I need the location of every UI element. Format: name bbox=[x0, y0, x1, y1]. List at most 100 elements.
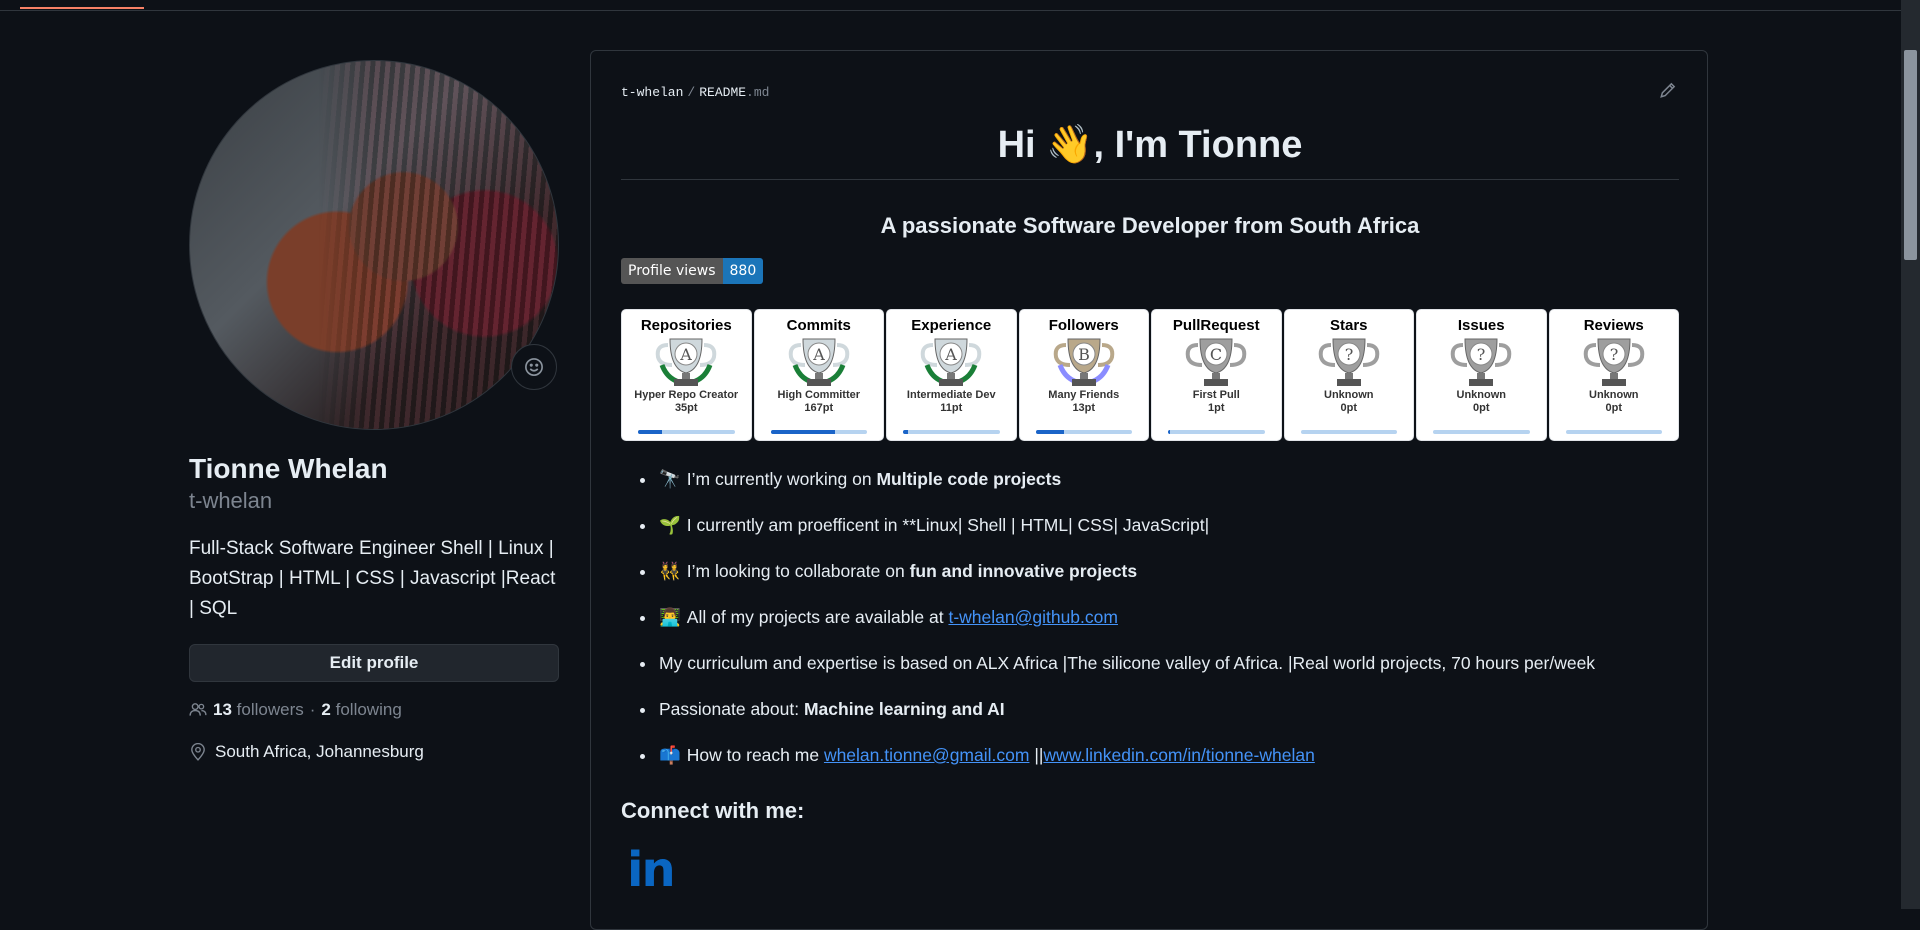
list-item: 🔭I’m currently working on Multiple code … bbox=[657, 456, 1715, 502]
trophy-progress-bar bbox=[638, 430, 735, 434]
technologist-icon: 👨‍💻 bbox=[659, 607, 681, 627]
readme-panel: t-whelan / README.md Hi 👋, I'm Tionne A pa… bbox=[590, 50, 1708, 930]
trophy-card: Followers B Many Friends 13pt bbox=[1018, 309, 1149, 441]
linkedin-icon[interactable]: in bbox=[627, 842, 676, 898]
trophy-progress-bar bbox=[1433, 430, 1530, 434]
avatar-wrapper bbox=[189, 60, 561, 430]
trophy-points: 0pt bbox=[1605, 402, 1623, 414]
edit-profile-button[interactable]: Edit profile bbox=[189, 644, 559, 682]
list-item-text: My curriculum and expertise is based on … bbox=[659, 653, 1596, 673]
trophy-progress-bar bbox=[1168, 430, 1265, 434]
email-link[interactable]: whelan.tionne@gmail.com bbox=[824, 745, 1030, 765]
trophy-rank: Unknown bbox=[1456, 389, 1507, 401]
smiley-icon bbox=[525, 358, 543, 376]
profile-views-badge: Profile views 880 bbox=[621, 258, 764, 284]
trophy-progress-bar bbox=[1300, 430, 1397, 434]
trophy-icon: A bbox=[887, 335, 1016, 389]
link-separator: || bbox=[1029, 745, 1044, 765]
linkedin-url-link[interactable]: www.linkedin.com/in/tionne-whelan bbox=[1043, 745, 1314, 765]
svg-text:?: ? bbox=[1344, 345, 1353, 364]
top-nav-border bbox=[0, 0, 1920, 11]
trophy-icon: A bbox=[622, 335, 751, 389]
trophy-icon: ? bbox=[1417, 335, 1546, 389]
trophy-rank: Intermediate Dev bbox=[906, 389, 996, 401]
trophy-title: Commits bbox=[786, 317, 851, 334]
trophy-card: Commits A High Committer 167pt bbox=[753, 309, 884, 441]
profile-sidebar: Tionne Whelan t-whelan Full-Stack Softwa… bbox=[189, 60, 561, 762]
list-item: 👨‍💻All of my projects are available at t… bbox=[657, 594, 1715, 640]
connect-heading: Connect with me: bbox=[621, 798, 805, 823]
trophy-points: 0pt bbox=[1473, 402, 1490, 414]
list-item-bold: Machine learning and AI bbox=[803, 699, 1005, 719]
list-item-text: I’m looking to collaborate on bbox=[686, 561, 910, 581]
list-item-text: How to reach me bbox=[686, 745, 824, 765]
trophy-progress-bar bbox=[1035, 430, 1132, 434]
svg-text:C: C bbox=[1210, 345, 1222, 364]
following-count: 2 bbox=[321, 700, 331, 719]
followers-count: 13 bbox=[213, 700, 232, 719]
follow-stats: 13 followers · 2 following bbox=[189, 700, 561, 720]
readme-subtitle: A passionate Software Developer from Sou… bbox=[880, 213, 1420, 238]
trophy-points: 13pt bbox=[1072, 402, 1096, 414]
trophy-progress-bar bbox=[1565, 430, 1662, 434]
trophy-icon: B bbox=[1020, 335, 1149, 389]
readme-path: t-whelan / README.md bbox=[621, 85, 769, 100]
trophy-points: 167pt bbox=[804, 402, 834, 414]
readme-file-ext: .md bbox=[746, 85, 770, 100]
following-link[interactable]: 2 following bbox=[321, 700, 401, 720]
followers-link[interactable]: 13 followers bbox=[213, 700, 304, 720]
trophy-icon: ? bbox=[1550, 335, 1679, 389]
trophy-points: 35pt bbox=[674, 402, 698, 414]
trophy-rank: First Pull bbox=[1192, 389, 1240, 401]
svg-text:?: ? bbox=[1477, 345, 1486, 364]
github-link[interactable]: t-whelan@github.com bbox=[948, 607, 1118, 627]
svg-text:B: B bbox=[1078, 345, 1090, 364]
trophy-rank: Unknown bbox=[1324, 389, 1374, 401]
list-item: 📫How to reach me whelan.tionne@gmail.com… bbox=[657, 732, 1715, 778]
follow-separator: · bbox=[309, 700, 316, 719]
trophy-progress-bar bbox=[903, 430, 1000, 434]
profile-full-name: Tionne Whelan bbox=[189, 453, 388, 484]
trophy-title: Issues bbox=[1457, 317, 1505, 334]
views-label: Profile views bbox=[621, 258, 723, 284]
trophy-rank: High Committer bbox=[777, 389, 861, 401]
trophy-rank: Many Friends bbox=[1048, 389, 1120, 401]
readme-bullet-list: 🔭I’m currently working on Multiple code … bbox=[621, 456, 1715, 778]
seedling-icon: 🌱 bbox=[659, 515, 681, 535]
svg-text:A: A bbox=[679, 345, 692, 364]
trophy-row: Repositories A Hyper Repo Creator 35pt C… bbox=[621, 309, 1679, 441]
dancers-icon: 👯 bbox=[659, 561, 681, 581]
mailbox-icon: 📫 bbox=[659, 745, 681, 765]
list-item: 🌱I currently am proefficent in **Linux| … bbox=[657, 502, 1715, 548]
list-item: Passionate about: Machine learning and A… bbox=[657, 686, 1715, 732]
trophy-points: 1pt bbox=[1208, 402, 1225, 414]
trophy-title: Followers bbox=[1048, 317, 1119, 334]
location-pin-icon bbox=[189, 743, 207, 761]
edit-readme-button[interactable] bbox=[1659, 81, 1677, 104]
list-item-text: Passionate about: bbox=[659, 699, 804, 719]
trophy-card: Stars ? Unknown 0pt bbox=[1283, 309, 1414, 441]
scrollbar-thumb[interactable] bbox=[1904, 50, 1917, 260]
list-item-text: I’m currently working on bbox=[686, 469, 877, 489]
trophy-card: Reviews ? Unknown 0pt bbox=[1548, 309, 1679, 441]
profile-login: t-whelan bbox=[189, 488, 273, 513]
list-item-text: All of my projects are available at bbox=[686, 607, 949, 627]
following-label: following bbox=[335, 700, 402, 719]
path-separator: / bbox=[687, 85, 696, 100]
readme-owner-link[interactable]: t-whelan bbox=[621, 85, 683, 100]
followers-label: followers bbox=[236, 700, 304, 719]
profile-location: South Africa, Johannesburg bbox=[189, 742, 561, 762]
list-item: 👯I’m looking to collaborate on fun and i… bbox=[657, 548, 1715, 594]
status-emoji-button[interactable] bbox=[511, 344, 557, 390]
svg-text:A: A bbox=[812, 345, 825, 364]
trophy-points: 0pt bbox=[1340, 402, 1358, 414]
trophy-title: Experience bbox=[911, 317, 992, 334]
avatar[interactable] bbox=[189, 60, 559, 430]
trophy-title: Repositories bbox=[640, 317, 732, 334]
list-item-bold: fun and innovative projects bbox=[909, 561, 1138, 581]
trophy-card: Issues ? Unknown 0pt bbox=[1416, 309, 1547, 441]
trophy-progress-bar bbox=[770, 430, 867, 434]
trophy-rank: Hyper Repo Creator bbox=[634, 389, 739, 401]
trophy-rank: Unknown bbox=[1589, 389, 1639, 401]
svg-text:A: A bbox=[944, 345, 957, 364]
